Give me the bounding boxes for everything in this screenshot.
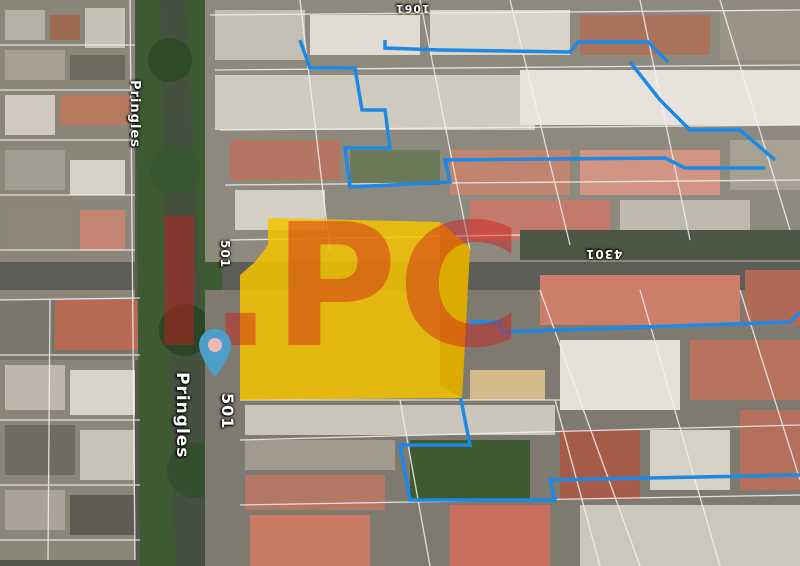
cross-street-number-label: 4301 <box>585 247 623 261</box>
location-pin[interactable] <box>197 327 233 379</box>
map-view[interactable]: l.PC 1061 Pringles 501 4301 Pringles 501 <box>0 0 800 566</box>
satellite-layer: l.PC <box>0 0 800 566</box>
pringles-upper-label: Pringles <box>127 80 142 148</box>
top-street-number-label: 1061 <box>395 2 430 15</box>
lower-street-number-label: 501 <box>218 393 237 430</box>
left-side-number-label: 501 <box>218 240 232 269</box>
pringles-lower-label: Pringles <box>172 372 192 459</box>
map-pin-icon <box>199 329 231 377</box>
